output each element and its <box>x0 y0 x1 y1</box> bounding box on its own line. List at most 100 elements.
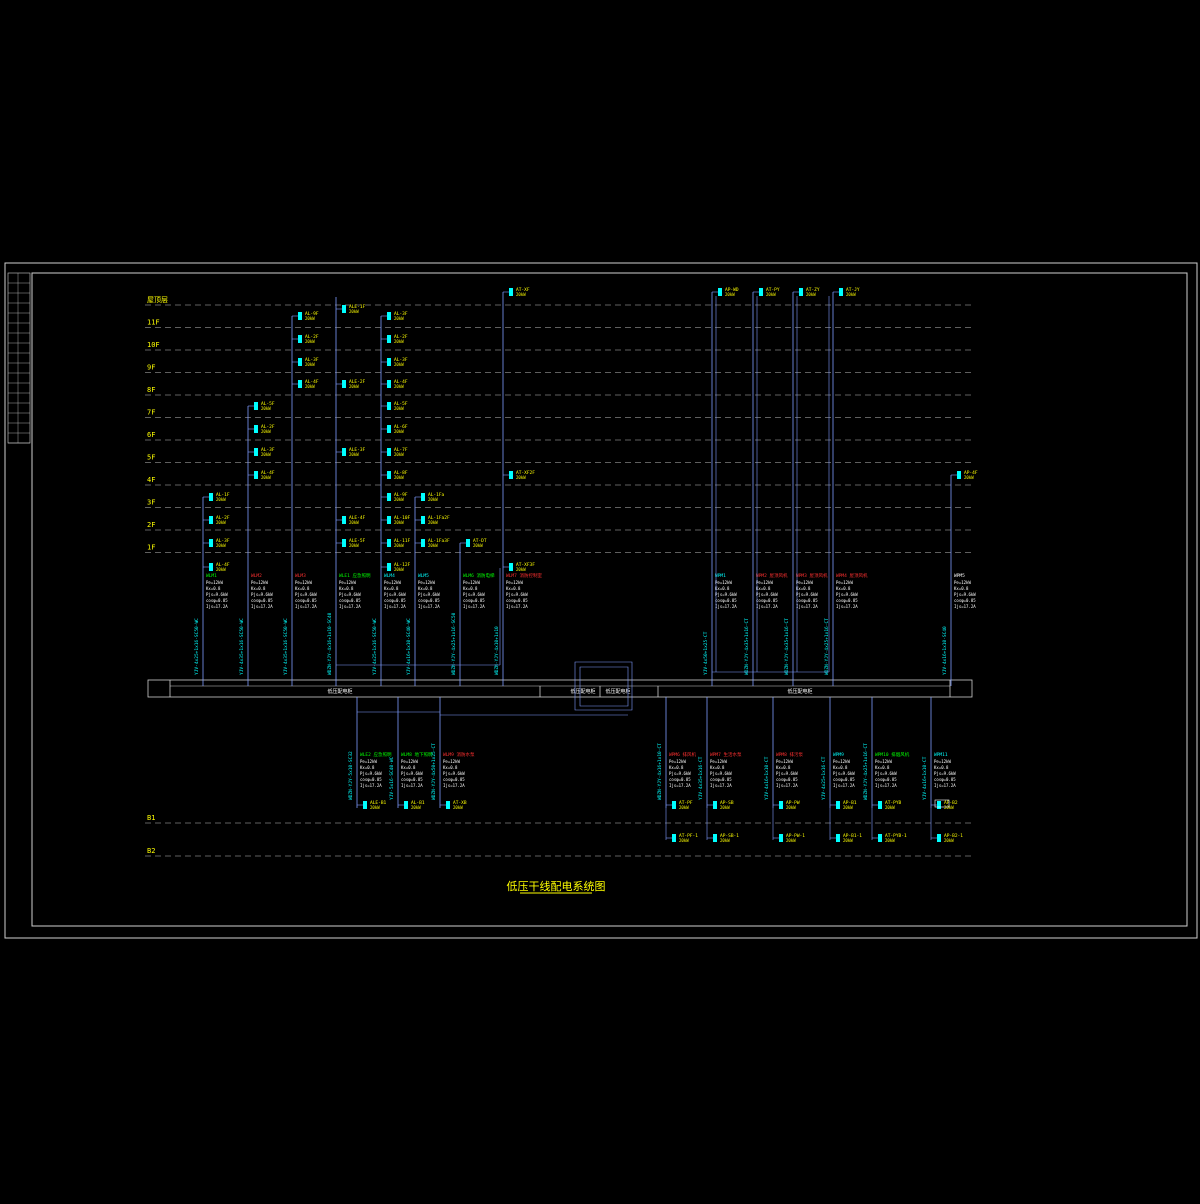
distribution-box-rating: 20kW <box>944 838 954 843</box>
distribution-box-rating: 20kW <box>516 292 526 297</box>
distribution-box-symbol <box>387 448 391 456</box>
distribution-box-rating: 20kW <box>786 838 796 843</box>
distribution-box-symbol <box>404 801 408 809</box>
circuit-header: WLM3 <box>295 573 306 579</box>
title-block-strip <box>7 272 31 444</box>
load-calculation: Ijs=17.2A <box>360 783 382 788</box>
load-calculation: Pjs=9.6kW <box>796 592 818 597</box>
circuit-header: WLM8 地下照明 <box>401 751 433 758</box>
load-calculation: cosφ=0.85 <box>206 598 228 603</box>
load-calculation: Pe=12kW <box>443 759 460 764</box>
cable-spec: WDZN-YJY-4x25+1x16-CT <box>863 743 869 800</box>
distribution-box-rating: 20kW <box>261 429 271 434</box>
cable-spec: YJV-4x16+1x10-CT <box>922 756 928 800</box>
distribution-box-symbol <box>298 358 302 366</box>
load-calculation: cosφ=0.85 <box>360 777 382 782</box>
floor-label: 1F <box>147 544 155 552</box>
distribution-box-symbol <box>718 288 722 296</box>
circuit-header: WLM5 <box>418 573 429 579</box>
circuit-header: WPM8 排污泵 <box>776 751 804 758</box>
outer-border <box>4 262 1198 939</box>
distribution-box-rating: 20kW <box>394 316 404 321</box>
cable-spec: WDZN-YJY-4x16+1x10-SC40 <box>327 612 333 675</box>
distribution-box-symbol <box>957 471 961 479</box>
load-calculation: cosφ=0.85 <box>401 777 423 782</box>
load-calculation: Ijs=17.2A <box>401 783 423 788</box>
load-calculation: Kx=0.8 <box>360 765 375 770</box>
distribution-box-symbol <box>836 834 840 842</box>
distribution-box-symbol <box>446 801 450 809</box>
load-calculation: Ijs=17.2A <box>418 604 440 609</box>
distribution-box-symbol <box>387 516 391 524</box>
floor-label: 9F <box>147 364 155 372</box>
circuit-header: WPM11 <box>934 752 948 758</box>
circuit-header: WLM9 消防水泵 <box>443 751 475 758</box>
load-calculation: Pjs=9.6kW <box>836 592 858 597</box>
floor-label: 4F <box>147 476 155 484</box>
bus-outline <box>147 679 973 698</box>
load-calculation: Ijs=17.2A <box>796 604 818 609</box>
load-calculation: Kx=0.8 <box>251 586 266 591</box>
load-calculation: Kx=0.8 <box>756 586 771 591</box>
distribution-box-rating: 20kW <box>216 497 226 502</box>
load-calculation: Pjs=9.6kW <box>506 592 528 597</box>
load-calculation: Pjs=9.6kW <box>875 771 897 776</box>
circuit-header: WPM4 屋顶风机 <box>836 572 868 579</box>
distribution-box-symbol <box>509 563 513 571</box>
drawing-canvas: 屋顶层 11F 10F 9F 8F 7F 6F 5F 4F 3F 2F 1F B1 B2 低压配电柜 低压配… <box>0 0 1200 1200</box>
load-calculation: Kx=0.8 <box>954 586 969 591</box>
load-calculation: Pe=12kW <box>756 580 773 585</box>
distribution-box-rating: 20kW <box>394 497 404 502</box>
distribution-box-rating: 20kW <box>394 362 404 367</box>
load-calculation: Pe=12kW <box>710 759 727 764</box>
distribution-box-rating: 20kW <box>394 543 404 548</box>
distribution-box-rating: 20kW <box>473 543 483 548</box>
distribution-box-symbol <box>672 801 676 809</box>
load-calculation: Pe=12kW <box>796 580 813 585</box>
load-calculation: Pe=12kW <box>669 759 686 764</box>
load-calculation: Pe=12kW <box>360 759 377 764</box>
distribution-box-rating: 20kW <box>305 362 315 367</box>
cable-spec: YJV-5x16-SC40-WC <box>389 756 395 800</box>
load-calculation: Pjs=9.6kW <box>669 771 691 776</box>
load-calculation: Pe=12kW <box>506 580 523 585</box>
load-calculation: Pe=12kW <box>836 580 853 585</box>
load-calculation: Pjs=9.6kW <box>401 771 423 776</box>
load-calculation: cosφ=0.85 <box>934 777 956 782</box>
load-calculation: cosφ=0.85 <box>954 598 976 603</box>
load-calculation: cosφ=0.85 <box>796 598 818 603</box>
load-calculation: cosφ=0.85 <box>418 598 440 603</box>
distribution-box-symbol <box>779 801 783 809</box>
distribution-box-rating: 20kW <box>725 292 735 297</box>
circuit-header: WPM3 屋顶风机 <box>796 572 828 579</box>
load-calculation: Kx=0.8 <box>934 765 949 770</box>
distribution-box-rating: 20kW <box>370 805 380 810</box>
load-calculation: Ijs=17.2A <box>506 604 528 609</box>
distribution-box-symbol <box>209 516 213 524</box>
distribution-box-rating: 20kW <box>846 292 856 297</box>
distribution-box-rating: 20kW <box>349 452 359 457</box>
distribution-box-symbol <box>937 834 941 842</box>
load-calculation: cosφ=0.85 <box>295 598 317 603</box>
load-calculation: Pjs=9.6kW <box>251 592 273 597</box>
distribution-box-rating: 20kW <box>305 339 315 344</box>
distribution-box-symbol <box>387 539 391 547</box>
load-calculation: Pe=12kW <box>715 580 732 585</box>
drawing-frame <box>4 262 1198 939</box>
electrical-system-diagram: 屋顶层11F10F9F8F7F6F5F4F3F2F1FB1B2 低压配电柜 低压配… <box>4 262 1198 939</box>
distribution-box-rating: 20kW <box>261 406 271 411</box>
distribution-box-rating: 20kW <box>453 805 463 810</box>
cable-spec: WDZN-YJY-4x10+1x10 <box>494 626 500 675</box>
distribution-box-symbol <box>759 288 763 296</box>
distribution-box-rating: 20kW <box>964 475 974 480</box>
distribution-box-symbol <box>298 312 302 320</box>
floor-label: 6F <box>147 431 155 439</box>
load-calculation: cosφ=0.85 <box>833 777 855 782</box>
circuit-header: WPM6 排风机 <box>669 751 697 758</box>
load-calculation: Ijs=17.2A <box>710 783 732 788</box>
distribution-box-rating: 20kW <box>394 520 404 525</box>
distribution-box-rating: 20kW <box>394 406 404 411</box>
distribution-box-rating: 20kW <box>349 384 359 389</box>
distribution-box-symbol <box>509 471 513 479</box>
floor-label: 11F <box>147 319 160 327</box>
